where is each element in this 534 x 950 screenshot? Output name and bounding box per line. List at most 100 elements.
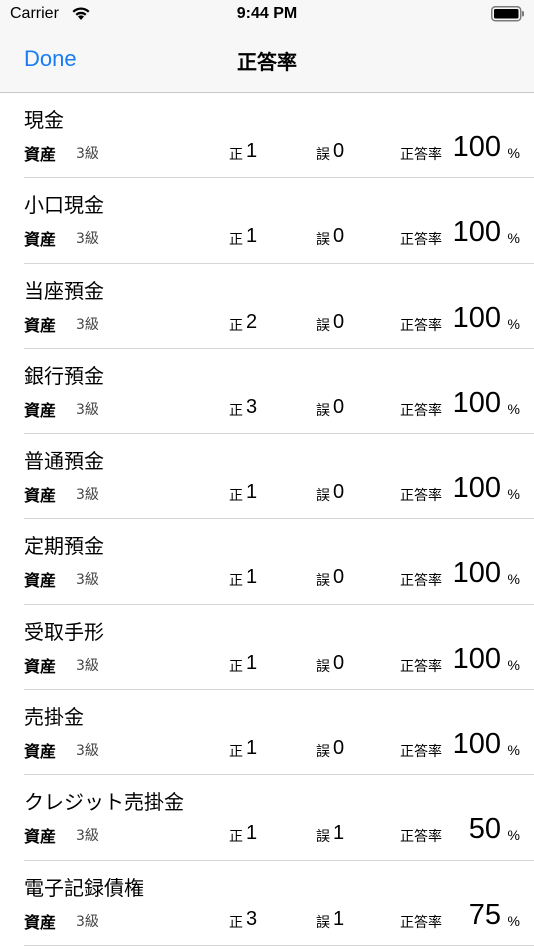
correct-label: 正 [229, 147, 243, 163]
list-item[interactable]: 受取手形 資産 3級 正 1 誤 0 正答率 100 % [0, 605, 534, 691]
correct-label: 正 [229, 402, 243, 419]
accuracy-value: 50 [468, 813, 501, 846]
wrong-count: 0 [333, 310, 345, 333]
list-item[interactable]: 電子記録債権 資産 3級 正 3 誤 1 正答率 75 % [0, 861, 534, 947]
account-name: 当座預金 [24, 278, 104, 303]
list-item[interactable]: 当座預金 資産 3級 正 2 誤 0 正答率 100 % [0, 264, 534, 350]
wrong-count: 0 [333, 737, 345, 760]
wrong-count: 0 [333, 395, 345, 418]
status-time: 9:44 PM [236, 5, 298, 22]
exam-grade: 3級 [76, 572, 99, 589]
exam-grade: 3級 [76, 231, 99, 248]
account-name: 受取手形 [24, 619, 104, 644]
account-name: 売掛金 [24, 705, 84, 730]
correct-count: 1 [246, 651, 258, 674]
account-category: 資産 [24, 145, 57, 164]
wrong-label: 誤 [316, 147, 330, 163]
list-item[interactable]: 普通預金 資産 3級 正 1 誤 0 正答率 100 % [0, 434, 534, 520]
list-item[interactable]: 定期預金 資産 3級 正 1 誤 0 正答率 100 % [0, 519, 534, 606]
exam-grade: 3級 [76, 828, 99, 845]
accuracy-value: 100 [452, 728, 501, 761]
list-item[interactable]: クレジット売掛金 資産 3級 正 1 誤 1 正答率 50 % [0, 775, 534, 861]
correct-label: 正 [229, 317, 243, 334]
accuracy-label: 正答率 [400, 147, 442, 163]
wrong-count: 0 [333, 566, 345, 589]
account-category: 資産 [24, 912, 57, 932]
wrong-label: 誤 [316, 829, 330, 846]
wrong-count: 0 [333, 140, 345, 162]
correct-label: 正 [229, 829, 243, 846]
percent-sign: % [507, 230, 520, 247]
account-category: 資産 [24, 656, 57, 676]
percent-sign: % [507, 827, 520, 844]
account-name: 定期預金 [24, 534, 104, 559]
accuracy-label: 正答率 [400, 829, 442, 846]
correct-count: 1 [246, 140, 258, 162]
list-item[interactable]: 小口現金 資産 3級 正 1 誤 0 正答率 100 % [0, 178, 534, 264]
correct-label: 正 [229, 744, 243, 761]
correct-label: 正 [229, 488, 243, 505]
wrong-label: 誤 [316, 317, 330, 334]
account-category: 資産 [24, 486, 57, 506]
accuracy-label: 正答率 [400, 232, 442, 249]
account-name: クレジット売掛金 [24, 790, 184, 815]
percent-sign: % [507, 400, 520, 417]
account-name: 小口現金 [24, 193, 104, 218]
percent-sign: % [507, 486, 520, 503]
wrong-count: 1 [333, 907, 345, 930]
page-title: 正答率 [237, 50, 297, 74]
accuracy-label: 正答率 [400, 914, 442, 931]
exam-grade: 3級 [76, 657, 99, 674]
list-item[interactable]: 売掛金 資産 3級 正 1 誤 0 正答率 100 % [0, 690, 534, 776]
accuracy-label: 正答率 [400, 488, 442, 505]
accuracy-list[interactable]: 現金 資産 3級 正 1 誤 0 正答率 100 % 小口現金 資産 3級 正 … [0, 93, 534, 947]
accuracy-value: 100 [452, 131, 501, 163]
correct-label: 正 [229, 658, 243, 675]
accuracy-value: 100 [452, 642, 501, 675]
account-name: 現金 [24, 108, 64, 132]
correct-count: 1 [246, 566, 258, 589]
correct-count: 3 [246, 907, 258, 930]
account-category: 資産 [24, 315, 57, 335]
accuracy-value: 100 [452, 301, 501, 334]
correct-count: 1 [246, 737, 258, 760]
wrong-count: 1 [333, 822, 345, 845]
accuracy-label: 正答率 [400, 744, 442, 761]
account-category: 資産 [24, 827, 57, 847]
correct-label: 正 [229, 914, 243, 931]
percent-sign: % [507, 571, 520, 588]
percent-sign: % [507, 912, 520, 929]
navigation-bar: Done 正答率 [0, 30, 534, 93]
percent-sign: % [507, 315, 520, 332]
exam-grade: 3級 [76, 913, 99, 930]
wrong-label: 誤 [316, 232, 330, 249]
correct-label: 正 [229, 232, 243, 249]
correct-count: 3 [246, 395, 258, 418]
account-name: 電子記録債権 [24, 875, 144, 900]
correct-label: 正 [229, 573, 243, 590]
wrong-label: 誤 [316, 402, 330, 419]
correct-count: 2 [246, 310, 258, 333]
accuracy-value: 100 [452, 472, 501, 505]
wrong-count: 0 [333, 225, 345, 248]
accuracy-label: 正答率 [400, 317, 442, 334]
exam-grade: 3級 [76, 146, 99, 162]
accuracy-label: 正答率 [400, 658, 442, 675]
exam-grade: 3級 [76, 401, 99, 418]
percent-sign: % [507, 656, 520, 673]
accuracy-value: 75 [468, 898, 501, 931]
accuracy-value: 100 [452, 386, 501, 419]
correct-count: 1 [246, 481, 258, 504]
list-item[interactable]: 銀行預金 資産 3級 正 3 誤 0 正答率 100 % [0, 349, 534, 435]
account-category: 資産 [24, 742, 57, 762]
correct-count: 1 [246, 225, 258, 248]
wrong-label: 誤 [316, 658, 330, 675]
status-bar: Carrier 9:44 PM [0, 0, 534, 30]
account-name: 普通預金 [24, 449, 104, 474]
accuracy-label: 正答率 [400, 402, 442, 419]
wrong-label: 誤 [316, 744, 330, 761]
exam-grade: 3級 [76, 487, 99, 504]
list-item[interactable]: 現金 資産 3級 正 1 誤 0 正答率 100 % [0, 93, 534, 179]
account-name: 銀行預金 [24, 363, 104, 388]
wrong-count: 0 [333, 481, 345, 504]
